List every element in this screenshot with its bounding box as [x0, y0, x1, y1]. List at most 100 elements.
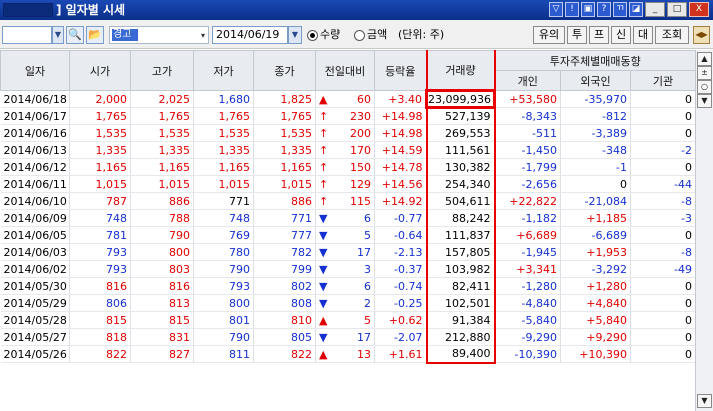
header-volume[interactable]: 거래량 [425, 50, 496, 91]
daily-price-grid[interactable]: 일자 시가 고가 저가 종가 전일대비 등락율 거래량 투자주체별매매동향 개인… [0, 50, 695, 411]
radio-amount[interactable]: 금액 [354, 28, 387, 42]
collapse-icon[interactable]: ○ [697, 80, 712, 94]
help-icon[interactable]: ? [597, 2, 611, 17]
folder-icon[interactable]: 📂 [86, 26, 104, 44]
cell-foreign: 0 [560, 175, 631, 193]
change-value: 2 [364, 296, 371, 310]
cell-volume: 82,411 [425, 277, 496, 295]
change-value: 230 [350, 109, 371, 123]
table-row[interactable]: 2014/06/13 1,335 1,335 1,335 1,335 ↑ 170 +14.59… [0, 141, 695, 159]
cell-rate: -0.77 [374, 209, 427, 227]
date-input[interactable]: 2014/06/19 [212, 26, 288, 44]
pin-icon[interactable]: ◪ [629, 2, 643, 17]
cell-individual: -511 [494, 124, 561, 142]
cell-high: 827 [130, 345, 194, 363]
table-row[interactable]: 2014/06/17 1,765 1,765 1,765 1,765 ↑ 230 +14.98… [0, 107, 695, 125]
cell-open: 748 [69, 209, 131, 227]
stock-name-field[interactable]: 경고 [109, 26, 209, 44]
query-button[interactable]: 조회 [655, 26, 689, 44]
info-icon[interactable]: ! [565, 2, 579, 17]
search-icon[interactable]: 🔍 [66, 26, 84, 44]
cell-high: 831 [130, 328, 194, 346]
arrow-down-icon: ▼ [319, 245, 328, 259]
limit-up-icon: ↑ [319, 109, 329, 123]
header-close[interactable]: 종가 [253, 50, 316, 91]
investor-button[interactable]: 투 [567, 26, 587, 44]
header-high[interactable]: 고가 [130, 50, 194, 91]
cell-open: 816 [69, 277, 131, 295]
warning-badge: 경고 [112, 29, 138, 41]
table-row[interactable]: 2014/06/02 793 803 790 799 ▼ 3 -0.37 103,982 +3,3… [0, 260, 695, 278]
header-open[interactable]: 시가 [69, 50, 131, 91]
cell-individual: -2,656 [494, 175, 561, 193]
unit-label: (단위: 주) [398, 28, 445, 41]
cell-low: 1,335 [193, 141, 254, 159]
cell-volume: 269,553 [425, 124, 496, 142]
cell-change: ▼ 3 [315, 260, 375, 278]
credit-button[interactable]: 신 [611, 26, 631, 44]
cell-institution: -44 [630, 175, 695, 193]
change-value: 17 [357, 330, 371, 344]
header-rate[interactable]: 등락율 [374, 50, 427, 91]
screen-number-box[interactable] [3, 3, 53, 17]
header-institution[interactable]: 기관 [629, 70, 695, 91]
arrow-down-icon: ▼ [319, 262, 328, 276]
header-date[interactable]: 일자 [0, 50, 70, 91]
cell-foreign: +9,290 [560, 328, 631, 346]
table-row[interactable]: 2014/05/27 818 831 790 805 ▼ 17 -2.07 212,880 -9,… [0, 328, 695, 346]
maximize-button[interactable]: □ [667, 2, 687, 17]
expand-icon[interactable]: ± [697, 66, 712, 80]
cell-institution: -2 [630, 141, 695, 159]
print-icon[interactable]: ▣ [581, 2, 595, 17]
cell-foreign: +1,280 [560, 277, 631, 295]
table-row[interactable]: 2014/06/12 1,165 1,165 1,165 1,165 ↑ 150 +14.78… [0, 158, 695, 176]
table-row[interactable]: 2014/06/05 781 790 769 777 ▼ 5 -0.64 111,837 +6,6… [0, 226, 695, 244]
header-low[interactable]: 저가 [193, 50, 254, 91]
stock-code-input[interactable] [2, 26, 52, 44]
table-row[interactable]: 2014/05/28 815 815 801 810 ▲ 5 +0.62 91,384 -5,84… [0, 311, 695, 329]
cell-date: 2014/06/03 [0, 243, 70, 261]
caution-button[interactable]: 유의 [533, 26, 565, 44]
chevron-down-icon[interactable]: ▼ [52, 26, 64, 44]
tool-icon[interactable]: ㄲ [613, 2, 627, 17]
header-change[interactable]: 전일대비 [315, 50, 375, 91]
loan-button[interactable]: 대 [633, 26, 653, 44]
table-row[interactable]: 2014/06/11 1,015 1,015 1,015 1,015 ↑ 129 +14.56… [0, 175, 695, 193]
calendar-dropdown-icon[interactable]: ▼ [288, 26, 302, 44]
table-row[interactable]: 2014/06/03 793 800 780 782 ▼ 17 -2.13 157,805 -1,… [0, 243, 695, 261]
cell-high: 803 [130, 260, 194, 278]
cell-close: 1,535 [253, 124, 316, 142]
cell-change: ↑ 170 [315, 141, 375, 159]
minimize-button[interactable]: _ [645, 2, 665, 17]
vertical-scrollbar[interactable]: ▲ ± ○ ▼ ▼ [695, 50, 713, 411]
header-individual[interactable]: 개인 [494, 70, 561, 91]
table-row[interactable]: 2014/05/30 816 816 793 802 ▼ 6 -0.74 82,411 -1,28… [0, 277, 695, 295]
table-row[interactable]: 2014/06/10 787 886 771 886 ↑ 115 +14.92 504,611 +… [0, 192, 695, 210]
change-value: 170 [350, 143, 371, 157]
scroll-up-icon[interactable]: ▲ [697, 52, 712, 66]
table-row[interactable]: 2014/05/26 822 827 811 822 ▲ 13 +1.61 89,400 -10,… [0, 345, 695, 364]
prev-next-icon[interactable]: ◀▶ [693, 26, 710, 44]
cell-rate: -0.64 [374, 226, 427, 244]
scroll-down-small-icon[interactable]: ▼ [697, 94, 712, 108]
table-row[interactable]: 2014/06/09 748 788 748 771 ▼ 6 -0.77 88,242 -1,18… [0, 209, 695, 227]
cell-low: 1,535 [193, 124, 254, 142]
cell-date: 2014/06/09 [0, 209, 70, 227]
cell-high: 2,025 [130, 90, 194, 108]
scroll-down-icon[interactable]: ▼ [697, 394, 712, 408]
table-row[interactable]: 2014/06/18 2,000 2,025 1,680 1,825 ▲ 60 +3.40 23… [0, 89, 695, 109]
cell-rate: -2.07 [374, 328, 427, 346]
radio-quantity[interactable]: 수량 [307, 28, 340, 42]
cell-close: 805 [253, 328, 316, 346]
cell-high: 1,335 [130, 141, 194, 159]
limit-up-icon: ↑ [319, 194, 329, 208]
limit-up-icon: ↑ [319, 143, 329, 157]
cell-rate: +14.78 [374, 158, 427, 176]
header-foreign[interactable]: 외국인 [560, 70, 631, 91]
link-icon[interactable]: ▽ [549, 2, 563, 17]
table-row[interactable]: 2014/06/16 1,535 1,535 1,535 1,535 ↑ 200 +14.98… [0, 124, 695, 142]
close-button[interactable]: X [689, 2, 709, 17]
program-button[interactable]: 프 [589, 26, 609, 44]
table-row[interactable]: 2014/05/29 806 813 800 808 ▼ 2 -0.25 102,501 -4,8… [0, 294, 695, 312]
caret-down-icon[interactable]: ▾ [201, 31, 205, 40]
